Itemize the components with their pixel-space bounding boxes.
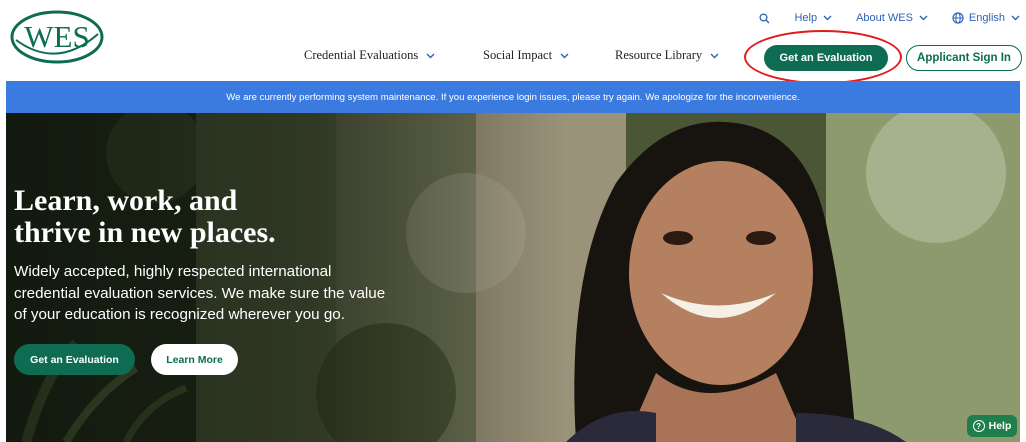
chevron-down-icon	[710, 53, 719, 58]
chevron-down-icon	[823, 15, 832, 21]
site-header: WES Help About WES English Credential Ev…	[0, 0, 1026, 84]
language-selector[interactable]: English	[952, 12, 1020, 24]
svg-text:WES: WES	[24, 19, 89, 54]
hero-subtitle-line: of your education is recognized wherever…	[14, 306, 345, 323]
applicant-sign-in-button[interactable]: Applicant Sign In	[906, 45, 1022, 71]
get-evaluation-button[interactable]: Get an Evaluation	[764, 45, 888, 71]
help-widget-button[interactable]: ? Help	[967, 415, 1017, 437]
help-menu[interactable]: Help	[794, 12, 832, 24]
utility-nav: Help About WES English	[735, 10, 1020, 26]
hero-title-line: thrive in new places.	[14, 216, 276, 249]
hero-get-evaluation-button[interactable]: Get an Evaluation	[14, 344, 135, 375]
search-icon	[759, 12, 770, 23]
hero-subtitle: Widely accepted, highly respected intern…	[14, 261, 434, 326]
hero-subtitle-line: credential evaluation services. We make …	[14, 284, 386, 302]
nav-credential-evaluations[interactable]: Credential Evaluations	[304, 48, 435, 63]
chevron-down-icon	[560, 53, 569, 58]
nav-resource-library[interactable]: Resource Library	[615, 48, 719, 63]
language-label: English	[968, 12, 1005, 24]
search-button[interactable]	[759, 12, 770, 24]
globe-icon	[952, 12, 964, 24]
chevron-down-icon	[426, 53, 435, 58]
chevron-down-icon	[919, 15, 928, 21]
maintenance-banner-text: We are currently performing system maint…	[226, 91, 800, 103]
nav-item-label: Credential Evaluations	[304, 48, 419, 62]
maintenance-banner: We are currently performing system maint…	[6, 81, 1020, 113]
chevron-down-icon	[1011, 15, 1020, 21]
nav-item-label: Resource Library	[615, 48, 703, 62]
help-widget-label: Help	[988, 420, 1012, 432]
hero-title-line: Learn, work, and	[14, 184, 238, 217]
nav-item-label: Social Impact	[483, 48, 553, 62]
about-menu[interactable]: About WES	[856, 12, 928, 24]
hero-subtitle-line: Widely accepted, highly respected intern…	[14, 263, 332, 280]
wes-logo[interactable]: WES	[10, 10, 104, 64]
hero-title: Learn, work, and thrive in new places.	[14, 185, 414, 249]
help-menu-label: Help	[794, 12, 818, 24]
learn-more-button[interactable]: Learn More	[151, 344, 238, 375]
hero-section: Learn, work, and thrive in new places. W…	[6, 113, 1020, 442]
nav-social-impact[interactable]: Social Impact	[483, 48, 569, 63]
question-icon: ?	[972, 420, 985, 432]
about-menu-label: About WES	[856, 12, 913, 24]
